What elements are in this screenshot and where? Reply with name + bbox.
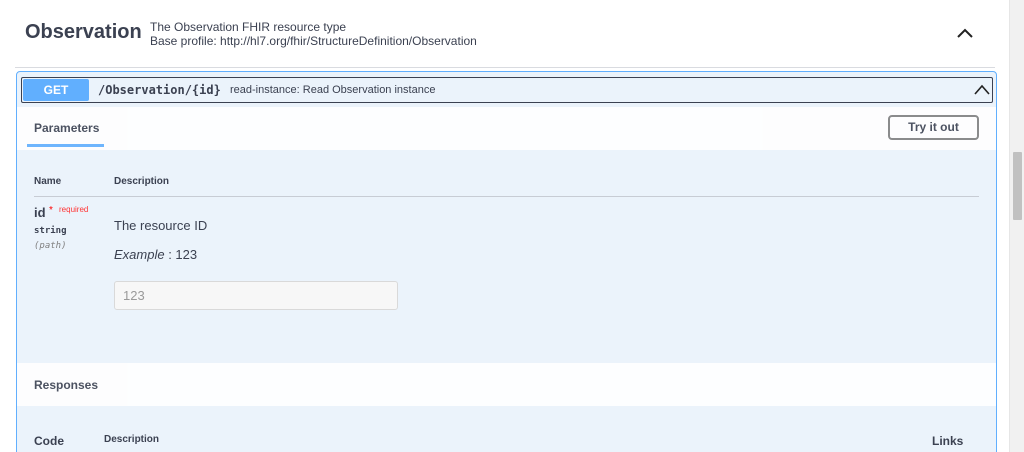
parameter-location: (path) [34, 241, 67, 251]
parameter-type: string [34, 226, 67, 236]
table-divider [34, 196, 979, 197]
swagger-page: Observation The Observation FHIR resourc… [0, 0, 1009, 452]
responses-header: Responses [17, 363, 996, 406]
opblock-get: GET /Observation/{id} read-instance: Rea… [16, 71, 997, 452]
chevron-up-icon[interactable] [972, 81, 992, 99]
parameter-name: id [34, 205, 46, 220]
column-header-code: Code [34, 434, 64, 448]
chevron-up-icon[interactable] [950, 20, 980, 46]
opblock-summary[interactable]: GET /Observation/{id} read-instance: Rea… [21, 77, 993, 103]
tab-underline [27, 144, 104, 147]
tag-description: The Observation FHIR resource type Base … [150, 20, 477, 48]
tag-header[interactable]: Observation The Observation FHIR resourc… [0, 0, 1009, 68]
method-badge: GET [23, 79, 89, 101]
column-header-name: Name [34, 176, 62, 187]
tag-description-text: The Observation FHIR resource type [150, 20, 347, 34]
responses-title: Responses [34, 378, 99, 392]
page-scrollbar[interactable] [1009, 0, 1024, 452]
tab-parameters[interactable]: Parameters [34, 121, 99, 135]
tag-profile-text: Base profile: http://hl7.org/fhir/Struct… [150, 34, 477, 48]
column-header-description: Description [114, 176, 170, 187]
parameter-description: The resource ID [114, 218, 208, 233]
try-it-out-button[interactable]: Try it out [888, 115, 979, 140]
example-value: : 123 [164, 247, 198, 262]
scrollbar-thumb[interactable] [1013, 152, 1022, 220]
tag-divider [15, 67, 995, 68]
id-input[interactable] [114, 281, 398, 310]
example-label: Example [114, 247, 165, 262]
required-label: required [59, 205, 89, 214]
required-star: * [49, 205, 53, 216]
column-header-response-description: Description [104, 434, 160, 445]
operation-path: /Observation/{id} [98, 83, 221, 97]
operation-summary: read-instance: Read Observation instance [230, 84, 436, 96]
parameters-header: Parameters Try it out [17, 107, 996, 150]
column-header-links: Links [932, 434, 964, 448]
parameter-example: Example : 123 [114, 247, 197, 262]
tag-title: Observation [25, 21, 142, 43]
